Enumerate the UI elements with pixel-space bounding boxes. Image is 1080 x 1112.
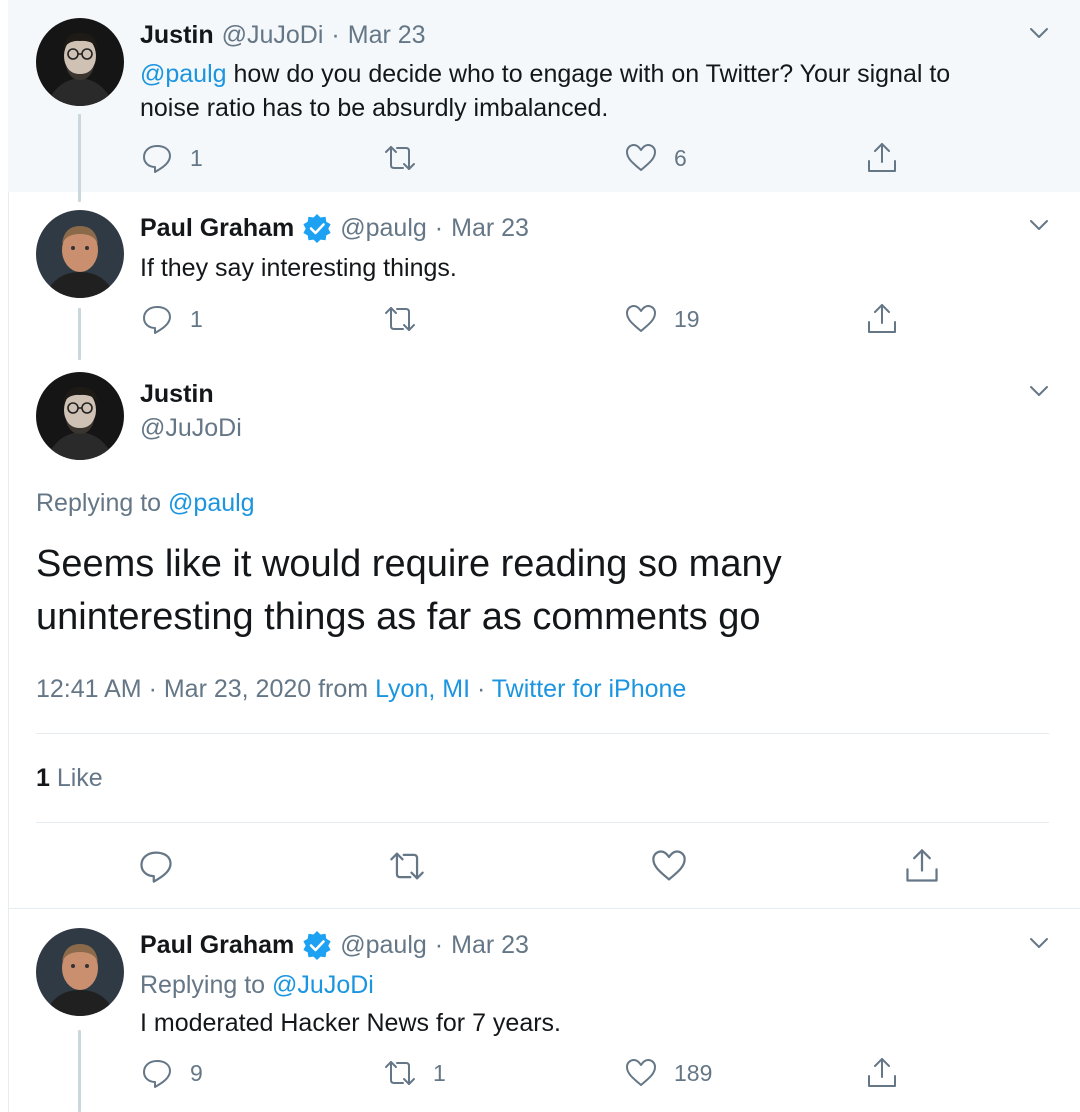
tweet-timestamp: 12:41 AM · Mar 23, 2020 from Lyon, MI · … xyxy=(36,675,687,703)
reply-icon xyxy=(140,851,172,883)
avatar[interactable] xyxy=(36,928,124,1016)
mention-link[interactable]: @paulg xyxy=(168,489,255,517)
author-name[interactable]: Paul Graham xyxy=(140,931,294,960)
tweet-menu-button[interactable] xyxy=(1024,376,1054,411)
like-button[interactable]: 6 xyxy=(624,138,687,178)
divider xyxy=(8,908,1080,909)
share-icon xyxy=(868,304,896,333)
like-icon xyxy=(626,305,656,332)
retweet-button[interactable] xyxy=(383,299,433,339)
separator-dot: · xyxy=(434,930,444,959)
share-button[interactable] xyxy=(865,299,899,339)
tweet-1[interactable] xyxy=(36,18,124,106)
tweet-date[interactable]: Mar 23 xyxy=(451,931,529,960)
retweet-icon xyxy=(390,852,424,880)
author-name[interactable]: Justin xyxy=(140,21,214,50)
like-count: 19 xyxy=(674,305,700,332)
share-icon xyxy=(868,143,896,172)
separator-dot: · xyxy=(434,213,444,242)
author-handle[interactable]: @JuJoDi xyxy=(140,414,242,443)
divider xyxy=(36,733,1049,734)
reply-icon xyxy=(143,1060,171,1088)
retweet-icon xyxy=(385,307,415,331)
tweet-menu-button[interactable] xyxy=(1024,210,1054,245)
source-link[interactable]: Twitter for iPhone xyxy=(492,675,687,703)
author-name[interactable]: Paul Graham xyxy=(140,214,294,243)
tweet-date[interactable]: Mar 23 xyxy=(451,214,529,243)
thread-connector-line xyxy=(78,114,81,202)
tweet-text: I moderated Hacker News for 7 years. xyxy=(140,1009,561,1037)
reply-count: 1 xyxy=(190,305,203,332)
replying-to: Replying to @paulg xyxy=(36,489,255,517)
verified-badge-icon xyxy=(303,931,331,960)
thread-connector-line xyxy=(78,1030,81,1112)
tweet-menu-button[interactable] xyxy=(1024,18,1054,53)
share-button[interactable] xyxy=(865,138,899,178)
retweet-button[interactable]: 1 xyxy=(383,1053,446,1093)
like-count: 6 xyxy=(674,144,687,171)
retweet-count: 1 xyxy=(433,1059,446,1086)
reply-count: 1 xyxy=(190,144,203,171)
reply-button[interactable]: 1 xyxy=(140,299,203,339)
share-icon xyxy=(868,1058,896,1087)
likes-stats[interactable]: 1 Like xyxy=(36,761,103,795)
author-name[interactable]: Justin xyxy=(140,380,214,409)
verified-badge-icon xyxy=(303,214,331,243)
like-button[interactable] xyxy=(650,846,688,886)
retweet-button[interactable] xyxy=(383,138,433,178)
like-icon xyxy=(652,850,686,881)
timeline-left-border xyxy=(8,192,9,1112)
tweet-header: Paul Graham @paulg · Mar 23 xyxy=(140,928,529,962)
chevron-down-icon xyxy=(1030,220,1048,230)
avatar[interactable] xyxy=(36,18,124,106)
like-count: 189 xyxy=(674,1059,713,1086)
reply-button[interactable]: 1 xyxy=(140,138,203,178)
reply-icon xyxy=(143,306,171,334)
mention-link[interactable]: @paulg xyxy=(140,60,227,88)
separator-dot: · xyxy=(331,20,340,49)
location-link[interactable]: Lyon, MI xyxy=(375,675,470,703)
like-button[interactable]: 189 xyxy=(624,1053,712,1093)
share-button[interactable] xyxy=(903,846,941,886)
author-handle[interactable]: @paulg xyxy=(340,931,427,960)
replying-to: Replying to @JuJoDi xyxy=(140,971,374,999)
divider xyxy=(36,822,1049,823)
tweet-header: Paul Graham @paulg · Mar 23 xyxy=(140,211,529,245)
like-button[interactable]: 19 xyxy=(624,299,700,339)
retweet-icon xyxy=(385,1061,415,1085)
like-icon xyxy=(626,144,656,171)
reply-tweet[interactable] xyxy=(36,928,124,1016)
avatar[interactable] xyxy=(36,210,124,298)
share-icon xyxy=(906,849,938,882)
focused-tweet xyxy=(36,372,124,460)
tweet-2[interactable] xyxy=(36,210,124,298)
retweet-button[interactable] xyxy=(388,846,426,886)
tweet-text: @paulg how do you decide who to engage w… xyxy=(140,60,951,122)
like-icon xyxy=(626,1059,656,1086)
avatar[interactable] xyxy=(36,372,124,460)
chevron-down-icon xyxy=(1030,386,1048,396)
author-handle[interactable]: @JuJoDi xyxy=(222,21,324,50)
mention-link[interactable]: @JuJoDi xyxy=(272,971,374,999)
tweet-menu-button[interactable] xyxy=(1024,928,1054,963)
reply-button[interactable]: 9 xyxy=(140,1053,203,1093)
tweet-text: If they say interesting things. xyxy=(140,254,457,282)
share-button[interactable] xyxy=(865,1053,899,1093)
author-handle[interactable]: @paulg xyxy=(340,214,427,243)
tweet-date[interactable]: Mar 23 xyxy=(348,21,426,50)
retweet-icon xyxy=(385,146,415,170)
reply-count: 9 xyxy=(190,1059,203,1086)
reply-icon xyxy=(143,145,171,173)
reply-button[interactable] xyxy=(137,846,175,886)
thread-connector-line xyxy=(78,308,81,360)
tweet-header: Justin @JuJoDi · Mar 23 xyxy=(140,18,426,52)
chevron-down-icon xyxy=(1030,938,1048,948)
chevron-down-icon xyxy=(1030,28,1048,38)
focused-tweet-text: Seems like it would require reading so m… xyxy=(36,543,782,638)
